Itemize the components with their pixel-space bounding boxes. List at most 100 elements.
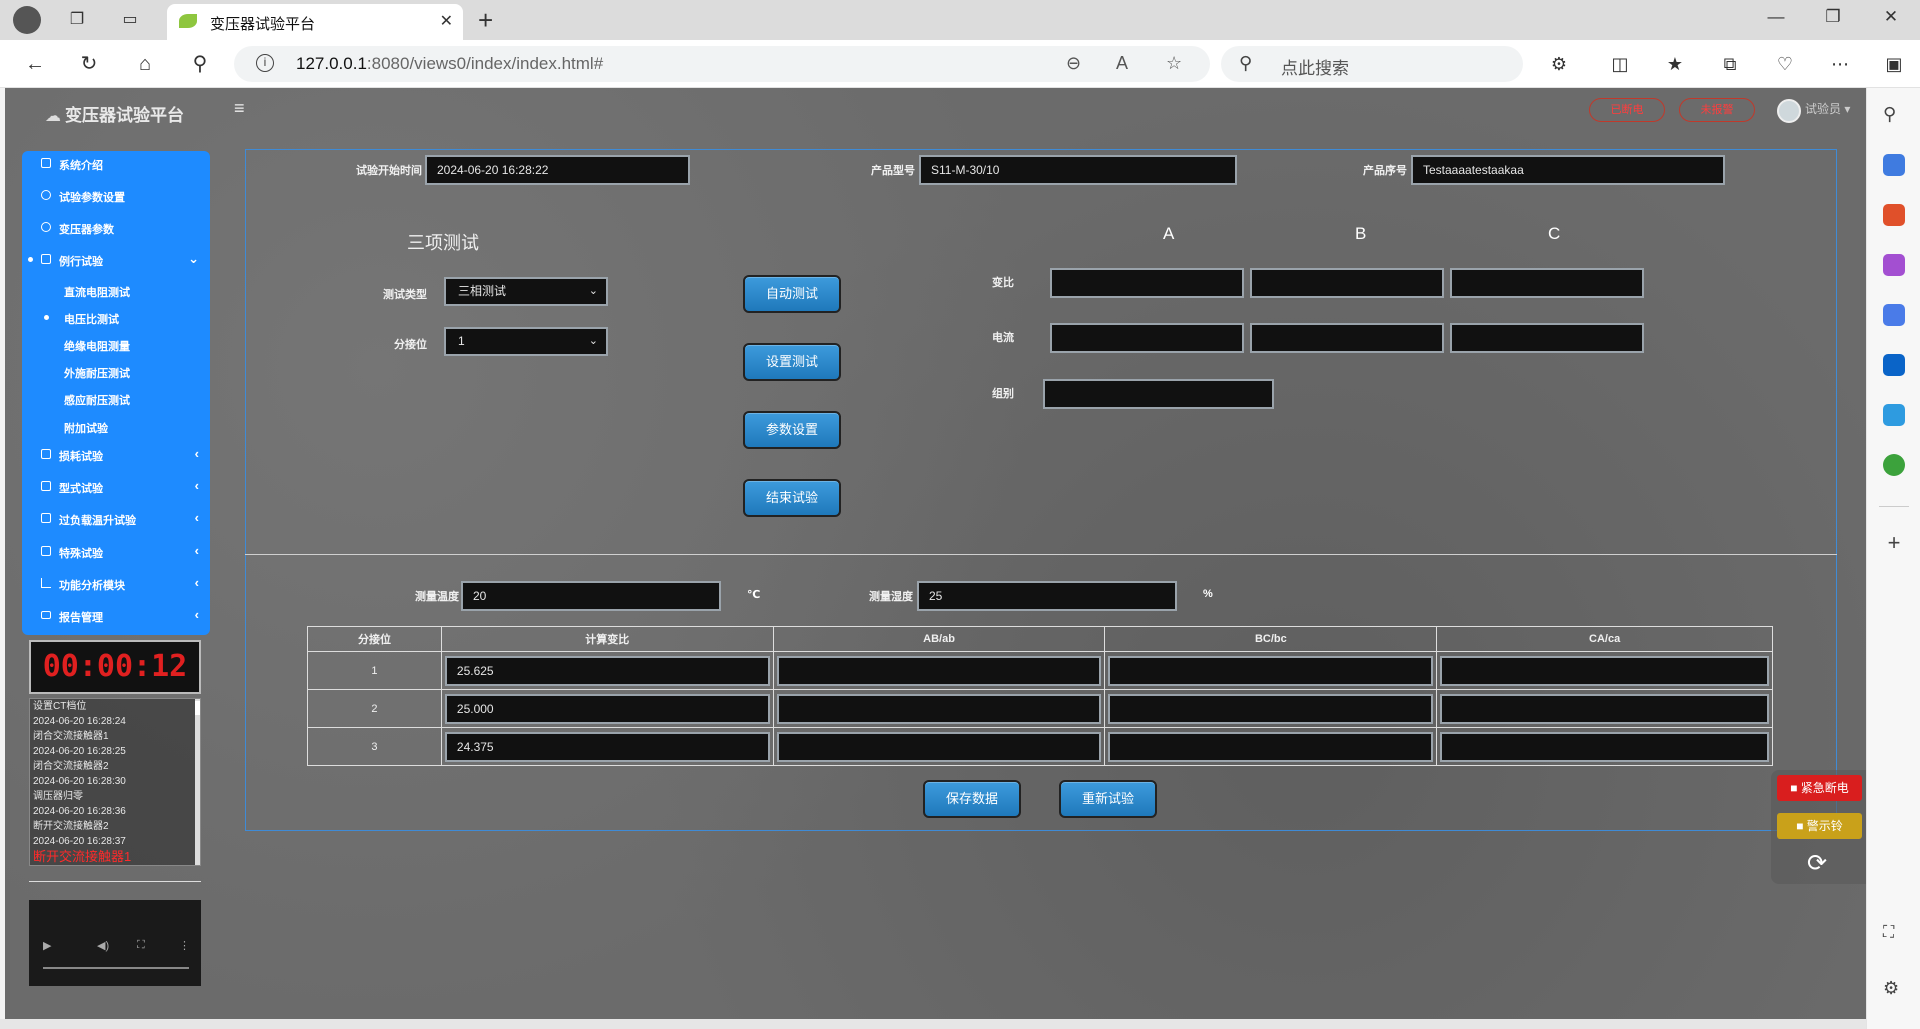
temp-field[interactable]: 20 <box>461 581 721 611</box>
scroll-thumb[interactable] <box>195 701 200 715</box>
bc-input[interactable] <box>1108 731 1434 762</box>
screenshot-icon[interactable]: ⛶ <box>1883 924 1905 946</box>
shopping-tag-icon[interactable] <box>1883 154 1905 176</box>
favorite-star-icon[interactable]: ☆ <box>1166 53 1182 74</box>
profile-avatar[interactable] <box>13 6 41 34</box>
menu-item-type-test[interactable]: 型式试验 ‹ <box>22 476 210 498</box>
menu-item-report[interactable]: 报告管理 ‹ <box>22 605 210 627</box>
search-icon[interactable]: ⚲ <box>1883 104 1905 126</box>
emergency-stop-button[interactable]: ■ 紧急断电 <box>1777 775 1862 801</box>
user-menu[interactable]: 试验员 ▾ <box>1805 100 1850 117</box>
end-test-button[interactable]: 结束试验 <box>743 479 841 517</box>
fullscreen-icon[interactable]: ⛶ <box>137 939 145 952</box>
telegram-icon[interactable] <box>1883 404 1905 426</box>
power-status-button[interactable]: 已断电 <box>1589 98 1665 122</box>
alarm-status-button[interactable]: 未报警 <box>1679 98 1755 122</box>
tree-icon[interactable] <box>1883 454 1905 476</box>
start-time-field[interactable]: 2024-06-20 16:28:22 <box>425 155 690 185</box>
test-type-select[interactable]: 三相测试 ⌄ <box>444 277 608 306</box>
play-icon[interactable]: ▶ <box>43 939 51 952</box>
refresh-icon[interactable]: ⟳ <box>1807 849 1827 878</box>
site-info-icon[interactable]: i <box>256 54 274 72</box>
menu-item-test-params[interactable]: 试验参数设置 <box>22 185 210 207</box>
tap-select[interactable]: 1 ⌄ <box>444 327 608 356</box>
games-icon[interactable] <box>1883 254 1905 276</box>
ab-input[interactable] <box>776 693 1102 724</box>
current-a-field[interactable] <box>1050 323 1244 353</box>
param-settings-button[interactable]: 参数设置 <box>743 411 841 449</box>
ratio-input[interactable]: 24.375 <box>444 731 770 762</box>
split-screen-icon[interactable]: ◫ <box>1606 50 1634 78</box>
ca-input[interactable] <box>1440 693 1769 724</box>
browser-essentials-icon[interactable]: ♡ <box>1771 50 1799 78</box>
menu-item-overload-temp[interactable]: 过负载温升试验 ‹ <box>22 508 210 530</box>
current-b-field[interactable] <box>1250 323 1444 353</box>
reload-button[interactable]: ↻ <box>75 50 103 78</box>
menu-item-special-test[interactable]: 特殊试验 ‹ <box>22 541 210 563</box>
current-c-field[interactable] <box>1450 323 1644 353</box>
close-window-button[interactable]: ✕ <box>1876 7 1906 27</box>
bc-input[interactable] <box>1108 693 1434 724</box>
video-progress-bar[interactable] <box>43 967 189 969</box>
browser-search-input[interactable]: ⚲ 点此搜索 <box>1221 46 1523 82</box>
menu-item-routine-test[interactable]: 例行试验 ⌄ <box>22 249 210 271</box>
tools-icon[interactable] <box>1883 204 1905 226</box>
extensions-icon[interactable]: ⚙ <box>1545 50 1573 78</box>
close-tab-icon[interactable]: ✕ <box>440 11 453 31</box>
retest-button[interactable]: 重新试验 <box>1059 780 1157 818</box>
ca-input[interactable] <box>1440 655 1769 686</box>
sidebar-toggle-icon[interactable]: ▣ <box>1880 50 1908 78</box>
ratio-c-field[interactable] <box>1450 268 1644 298</box>
save-data-button[interactable]: 保存数据 <box>923 780 1021 818</box>
more-options-icon[interactable]: ⋮ <box>179 939 190 952</box>
user-avatar[interactable] <box>1777 99 1801 123</box>
submenu-item-applied-voltage[interactable]: 外施耐压测试 <box>64 365 130 385</box>
ratio-input[interactable]: 25.000 <box>444 693 770 724</box>
log-scrollbar[interactable] <box>195 699 200 865</box>
menu-toggle-icon[interactable]: ≡ <box>234 98 245 119</box>
submenu-item-insulation[interactable]: 绝缘电阻测量 <box>64 338 130 358</box>
operation-log[interactable]: 设置CT档位 2024-06-20 16:28:24 闭合交流接触器1 2024… <box>29 698 201 866</box>
serial-field[interactable]: Testaaaatestaakaa <box>1411 155 1725 185</box>
settings-gear-icon[interactable]: ⚙ <box>1883 978 1905 1000</box>
more-menu-icon[interactable]: ⋯ <box>1826 50 1854 78</box>
minimize-button[interactable]: — <box>1761 7 1791 27</box>
model-field[interactable]: S11-M-30/10 <box>919 155 1237 185</box>
submenu-item-additional[interactable]: 附加试验 <box>64 420 108 440</box>
url-text[interactable]: 127.0.0.1:8080/views0/index/index.html# <box>296 54 603 74</box>
home-button[interactable]: ⌂ <box>131 50 159 78</box>
ratio-input[interactable]: 25.625 <box>444 655 770 686</box>
tab-actions-icon[interactable]: ▭ <box>119 9 141 31</box>
ratio-a-field[interactable] <box>1050 268 1244 298</box>
zoom-icon[interactable]: ⊖ <box>1066 53 1081 74</box>
add-icon[interactable]: + <box>1883 532 1905 554</box>
menu-item-analysis[interactable]: 功能分析模块 ‹ <box>22 573 210 595</box>
auto-test-button[interactable]: 自动测试 <box>743 275 841 313</box>
menu-item-system-intro[interactable]: 系统介绍 <box>22 153 210 175</box>
submenu-item-induced-voltage[interactable]: 感应耐压测试 <box>64 392 130 412</box>
copilot-icon[interactable] <box>1883 304 1905 326</box>
submenu-item-voltage-ratio[interactable]: 电压比测试 <box>64 311 119 331</box>
collections-icon[interactable]: ⧉ <box>1716 50 1744 78</box>
ab-input[interactable] <box>776 655 1102 686</box>
ab-input[interactable] <box>776 731 1102 762</box>
volume-icon[interactable]: ◀) <box>97 939 109 952</box>
search-icon[interactable]: ⚲ <box>186 50 214 78</box>
ca-input[interactable] <box>1440 731 1769 762</box>
alarm-bell-button[interactable]: ■ 警示铃 <box>1777 813 1862 839</box>
ratio-b-field[interactable] <box>1250 268 1444 298</box>
read-aloud-icon[interactable]: A <box>1116 53 1128 74</box>
humidity-field[interactable]: 25 <box>917 581 1177 611</box>
workspaces-icon[interactable]: ❐ <box>66 9 88 31</box>
url-field[interactable]: i 127.0.0.1:8080/views0/index/index.html… <box>234 46 1210 82</box>
new-tab-button[interactable]: + <box>478 5 493 36</box>
back-button[interactable]: ← <box>21 50 49 78</box>
set-test-button[interactable]: 设置测试 <box>743 343 841 381</box>
outlook-icon[interactable] <box>1883 354 1905 376</box>
video-player[interactable]: ▶ ◀) ⛶ ⋮ <box>29 900 201 986</box>
menu-item-loss-test[interactable]: 损耗试验 ‹ <box>22 444 210 466</box>
bc-input[interactable] <box>1108 655 1434 686</box>
restore-button[interactable]: ❐ <box>1818 7 1848 27</box>
submenu-item-dc-resistance[interactable]: 直流电阻测试 <box>64 284 130 304</box>
favorites-icon[interactable]: ★ <box>1661 50 1689 78</box>
